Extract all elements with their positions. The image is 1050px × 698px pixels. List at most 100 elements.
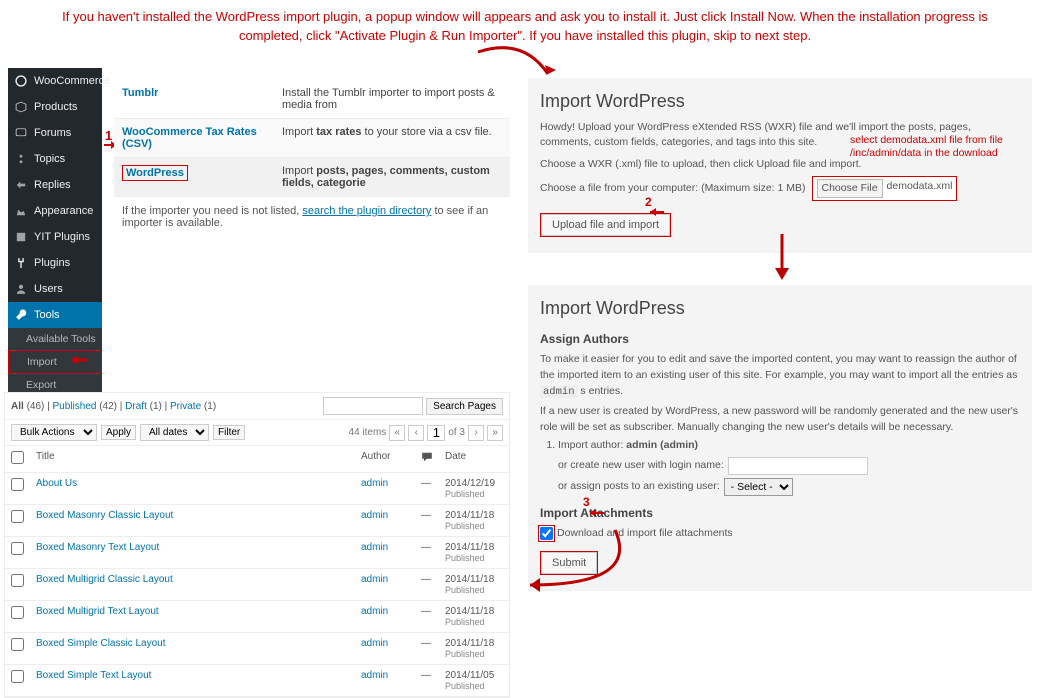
filter-draft[interactable]: Draft (125, 401, 147, 412)
date-cell: 2014/12/19Published (439, 473, 509, 505)
row-checkbox[interactable] (11, 606, 24, 619)
table-row[interactable]: Boxed Multigrid Classic Layoutadmin—2014… (5, 569, 509, 601)
label: Replies (34, 179, 71, 191)
item-count: 44 items (349, 427, 387, 438)
importers-footer: If the importer you need is not listed, … (114, 197, 510, 237)
label: WooCommerce (34, 75, 110, 87)
sidebar-item-replies[interactable]: Replies (8, 172, 102, 198)
page-title-link[interactable]: Boxed Masonry Classic Layout (36, 510, 173, 521)
page-author-link[interactable]: admin (361, 478, 388, 489)
page-next-button[interactable]: › (468, 425, 484, 441)
page-author-link[interactable]: admin (361, 638, 388, 649)
page-title-link[interactable]: Boxed Simple Text Layout (36, 670, 151, 681)
choose-file-inner: Choose File (817, 179, 883, 198)
page-last-button[interactable]: » (487, 425, 503, 441)
page-title-link[interactable]: About Us (36, 478, 77, 489)
date-cell: 2014/11/18Published (439, 569, 509, 601)
sidebar-item-woocommerce[interactable]: WooCommerce (8, 68, 102, 94)
download-attachments-label: Download and import file attachments (557, 526, 733, 542)
assign-desc-2: If a new user is created by WordPress, a… (540, 404, 1020, 436)
date-filter-select[interactable]: All dates (140, 424, 209, 441)
date-cell: 2014/11/18Published (439, 601, 509, 633)
sidebar-item-plugins[interactable]: Plugins (8, 250, 102, 276)
sidebar-sub-available-tools[interactable]: Available Tools (8, 328, 102, 350)
importer-desc: Import tax rates to your store via a csv… (274, 119, 510, 158)
page-title-link[interactable]: Boxed Simple Classic Layout (36, 638, 166, 649)
comments-cell: — (415, 633, 439, 665)
sidebar-item-appearance[interactable]: Appearance (8, 198, 102, 224)
upload-file-button[interactable]: Upload file and import (541, 214, 670, 236)
search-pages-input[interactable] (323, 397, 423, 415)
col-date[interactable]: Date (439, 446, 509, 473)
table-row[interactable]: About Usadmin—2014/12/19Published (5, 473, 509, 505)
filter-links: All (46) | Published (42) | Draft (1) | … (11, 401, 216, 412)
col-comments[interactable] (415, 446, 439, 473)
page-title-link[interactable]: Boxed Masonry Text Layout (36, 542, 159, 553)
col-author[interactable]: Author (355, 446, 415, 473)
filter-button[interactable]: Filter (213, 425, 245, 440)
page-author-link[interactable]: admin (361, 542, 388, 553)
table-row[interactable]: Boxed Masonry Text Layoutadmin—2014/11/1… (5, 537, 509, 569)
plugin-directory-link[interactable]: search the plugin directory (302, 205, 431, 217)
bulk-actions-select[interactable]: Bulk Actions (11, 424, 97, 441)
sidebar-item-yit-plugins[interactable]: YIT Plugins (8, 224, 102, 250)
sidebar-item-topics[interactable]: Topics (8, 146, 102, 172)
page-prev-button[interactable]: ‹ (408, 425, 424, 441)
importer-link[interactable]: WooCommerce Tax Rates (CSV) (122, 126, 257, 150)
import-upload-panel: Import WordPress Howdy! Upload your Word… (528, 78, 1032, 253)
sidebar-item-users[interactable]: Users (8, 276, 102, 302)
sidebar-item-products[interactable]: Products (8, 94, 102, 120)
col-title[interactable]: Title (30, 446, 355, 473)
step1-label: 1 (105, 128, 112, 143)
comments-cell: — (415, 665, 439, 697)
table-row[interactable]: Boxed Simple Classic Layoutadmin—2014/11… (5, 633, 509, 665)
panel-title: Import WordPress (540, 295, 1020, 322)
filter-private[interactable]: Private (170, 401, 201, 412)
filter-published[interactable]: Published (53, 401, 97, 412)
label: Topics (34, 153, 65, 165)
sidebar-item-forums[interactable]: Forums (8, 120, 102, 146)
assign-authors-heading: Assign Authors (540, 330, 1020, 348)
importer-link[interactable]: Tumblr (122, 87, 158, 99)
page-first-button[interactable]: « (389, 425, 405, 441)
page-author-link[interactable]: admin (361, 606, 388, 617)
table-row[interactable]: Boxed Simple Text Layoutadmin—2014/11/05… (5, 665, 509, 697)
choose-file-button[interactable]: Choose File demodata.xml (812, 176, 958, 201)
select-all-checkbox[interactable] (11, 451, 24, 464)
existing-user-select[interactable]: - Select - (724, 478, 793, 496)
row-checkbox[interactable] (11, 574, 24, 587)
page-author-link[interactable]: admin (361, 670, 388, 681)
sidebar-sub-import[interactable]: Import (8, 350, 102, 374)
pages-table-panel: All (46) | Published (42) | Draft (1) | … (4, 392, 510, 698)
page-title-link[interactable]: Boxed Multigrid Classic Layout (36, 574, 173, 585)
search-pages-button[interactable]: Search Pages (426, 398, 503, 415)
page-author-link[interactable]: admin (361, 510, 388, 521)
label: Tools (34, 309, 60, 321)
page-current-input[interactable] (427, 425, 445, 441)
table-row[interactable]: Boxed Masonry Classic Layoutadmin—2014/1… (5, 505, 509, 537)
page-title-link[interactable]: Boxed Multigrid Text Layout (36, 606, 159, 617)
importer-link[interactable]: WordPress (126, 167, 184, 179)
page-author-link[interactable]: admin (361, 574, 388, 585)
importer-desc: Import posts, pages, comments, custom fi… (274, 158, 510, 197)
submit-button[interactable]: Submit (541, 552, 597, 574)
sidebar-item-tools[interactable]: Tools (8, 302, 102, 328)
new-user-login-input[interactable] (728, 457, 868, 475)
row-checkbox[interactable] (11, 542, 24, 555)
importer-row-tumblr[interactable]: Tumblr Install the Tumblr importer to im… (114, 80, 510, 119)
label: Forums (34, 127, 71, 139)
assign-desc-1: To make it easier for you to edit and sa… (540, 352, 1020, 400)
comments-cell: — (415, 601, 439, 633)
label: YIT Plugins (34, 231, 90, 243)
table-row[interactable]: Boxed Multigrid Text Layout admin —2014/11… (5, 601, 509, 633)
download-attachments-checkbox[interactable] (540, 527, 553, 540)
bulk-apply-button[interactable]: Apply (101, 425, 136, 440)
step3-label: 3 (583, 495, 590, 509)
importer-row-woo-tax[interactable]: WooCommerce Tax Rates (CSV) Import tax r… (114, 119, 510, 158)
row-checkbox[interactable] (11, 478, 24, 491)
importer-row-wordpress[interactable]: WordPress Import posts, pages, comments,… (114, 158, 510, 197)
row-checkbox[interactable] (11, 670, 24, 683)
admin-sidebar: WooCommerce Products Forums Topics Repli… (8, 68, 102, 396)
row-checkbox[interactable] (11, 510, 24, 523)
comments-cell: — (415, 537, 439, 569)
